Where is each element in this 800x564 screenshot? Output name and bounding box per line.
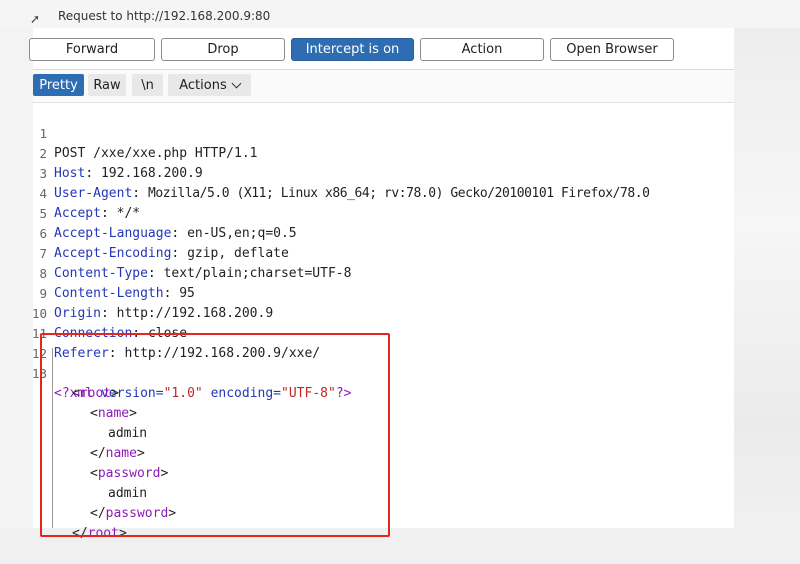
background-right [734,0,800,564]
code-line: 3 User-Agent: Mozilla/5.0 (X11; Linux x8… [33,144,734,201]
code-line: 7 Content-Type: text/plain;charset=UTF-8 [33,224,734,281]
open-browser-button[interactable]: Open Browser [550,38,674,61]
code-line: 5 Accept-Language: en-US,en;q=0.5 [33,184,734,241]
code-line: 2 Host: 192.168.200.9 [33,124,734,181]
code-line: 8 Content-Length: 95 [33,244,734,301]
drop-button[interactable]: Drop [161,38,285,61]
arrow-icon: ➚ [30,12,41,26]
intercept-toggle-button[interactable]: Intercept is on [291,38,414,61]
forward-button[interactable]: Forward [29,38,155,61]
tab-raw[interactable]: Raw [88,74,126,96]
tab-newline[interactable]: \n [132,74,163,96]
tab-pretty[interactable]: Pretty [33,74,84,96]
code-line: 9 Origin: http://192.168.200.9 [33,264,734,321]
code-line: 1 POST /xxe/xxe.php HTTP/1.1 [33,104,734,161]
action-button[interactable]: Action [420,38,544,61]
xml-body-highlight [40,333,390,537]
actions-label: Actions [179,77,227,93]
code-line: 11 Referer: http://192.168.200.9/xxe/ [32,304,734,361]
code-line: 4 Accept: */* [33,164,734,221]
intercept-toolbar: Forward Drop Intercept is on Action Open… [29,28,734,70]
request-title-bar: ➚ Request to http://192.168.200.9:80 [0,0,800,28]
request-title: Request to http://192.168.200.9:80 [58,9,271,23]
actions-dropdown[interactable]: Actions [168,74,251,96]
chevron-down-icon [231,78,242,88]
code-line: 6 Accept-Encoding: gzip, deflate [33,204,734,261]
code-line: 10 Connection: close [32,284,734,341]
message-view-bar: Pretty Raw \n Actions [33,70,734,103]
